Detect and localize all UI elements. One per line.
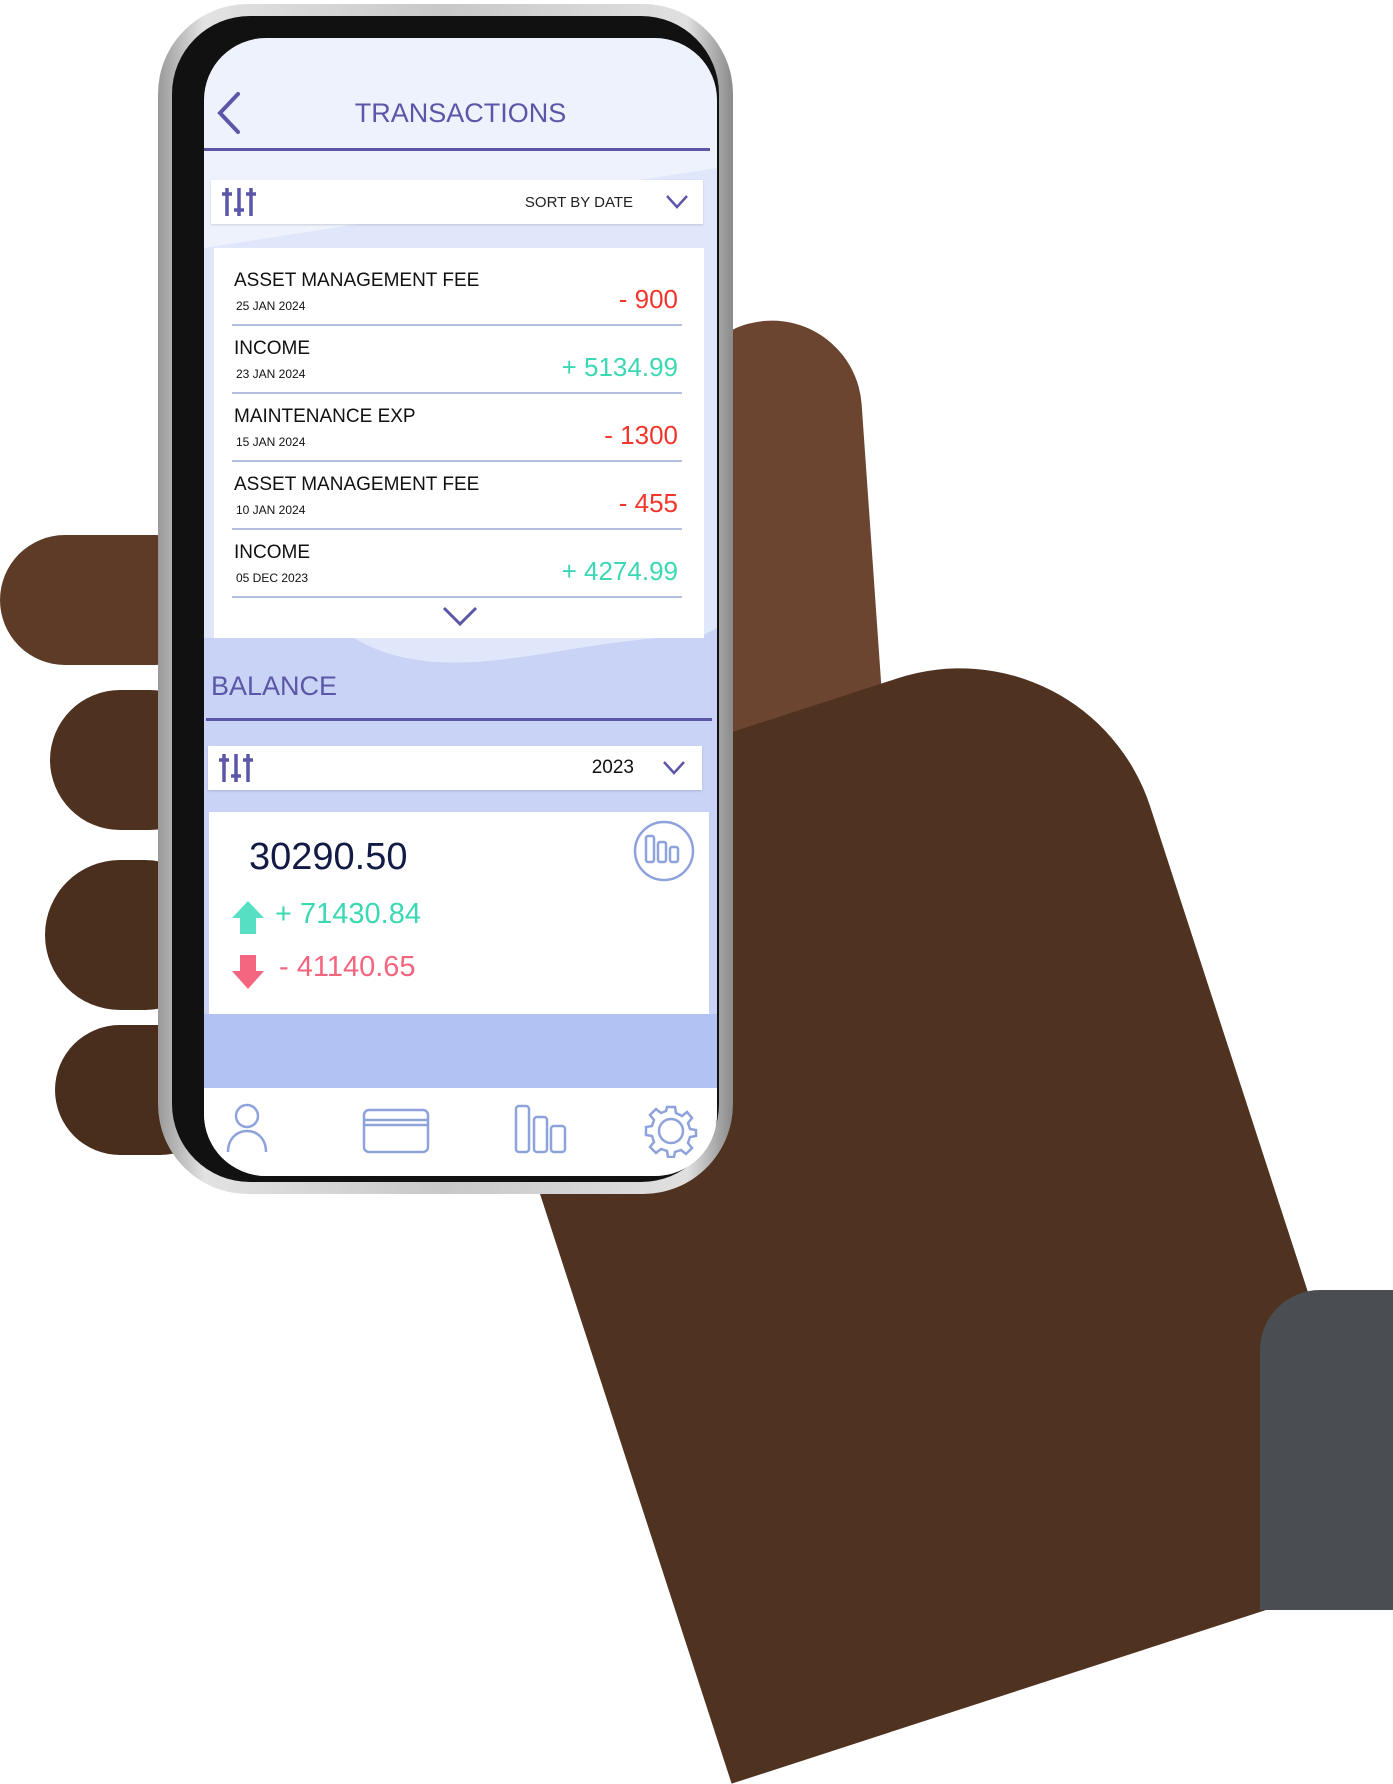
year-dropdown[interactable]: 2023: [208, 746, 702, 790]
chart-button[interactable]: [633, 820, 695, 882]
settings-icon[interactable]: [644, 1104, 698, 1158]
transaction-row[interactable]: MAINTENANCE EXP 15 JAN 2024 - 1300: [232, 392, 682, 462]
expense-total: - 41140.65: [279, 951, 416, 983]
transaction-row[interactable]: ASSET MANAGEMENT FEE 25 JAN 2024 - 900: [232, 256, 682, 326]
transaction-amount: - 1300: [604, 420, 678, 450]
transaction-amount: - 900: [618, 284, 678, 314]
filter-icon: [222, 188, 256, 216]
transaction-row[interactable]: INCOME 23 JAN 2024 + 5134.99: [232, 324, 682, 394]
income-total: + 71430.84: [275, 898, 421, 930]
filter-icon: [219, 754, 253, 782]
hand-sleeve: [1260, 1290, 1393, 1610]
transaction-amount: - 455: [618, 488, 678, 518]
transaction-name: ASSET MANAGEMENT FEE: [234, 474, 480, 495]
transaction-date: 05 DEC 2023: [236, 571, 309, 585]
balance-title: BALANCE: [211, 671, 338, 701]
expand-more-button[interactable]: [442, 606, 478, 628]
year-value: 2023: [591, 757, 634, 778]
transaction-name: INCOME: [234, 338, 310, 359]
arrow-up-icon: [232, 901, 264, 934]
chevron-down-icon: [663, 761, 685, 775]
card-icon[interactable]: [362, 1108, 430, 1154]
profile-icon[interactable]: [226, 1102, 268, 1154]
page-title: TRANSACTIONS: [354, 98, 567, 128]
balance-card: 30290.50 + 71430.84 - 41140.65: [209, 812, 709, 1014]
transaction-name: INCOME: [234, 542, 310, 563]
transactions-list: ASSET MANAGEMENT FEE 25 JAN 2024 - 900 IN…: [214, 248, 704, 638]
transaction-row[interactable]: INCOME 05 DEC 2023 + 4274.99: [232, 528, 682, 598]
transaction-date: 15 JAN 2024: [236, 435, 306, 449]
chart-icon[interactable]: [514, 1104, 568, 1154]
phone-bezel: TRANSACTIONS SORT BY DATE ASSET MANAGEME…: [172, 16, 719, 1182]
sort-label: SORT BY DATE: [524, 194, 633, 211]
balance-footer: [204, 1014, 717, 1088]
transaction-date: 25 JAN 2024: [236, 299, 306, 313]
transaction-name: ASSET MANAGEMENT FEE: [234, 270, 480, 291]
arrow-down-icon: [232, 955, 264, 989]
transaction-amount: + 5134.99: [561, 352, 678, 382]
transaction-name: MAINTENANCE EXP: [234, 406, 416, 427]
header-divider: [204, 148, 710, 151]
transaction-amount: + 4274.99: [561, 556, 678, 586]
transaction-date: 10 JAN 2024: [236, 503, 306, 517]
app-screen: TRANSACTIONS SORT BY DATE ASSET MANAGEME…: [204, 38, 717, 1176]
bottom-nav: [204, 1088, 717, 1176]
sort-dropdown[interactable]: SORT BY DATE: [211, 180, 703, 224]
transaction-date: 23 JAN 2024: [236, 367, 306, 381]
balance-divider: [206, 718, 712, 721]
phone-frame: TRANSACTIONS SORT BY DATE ASSET MANAGEME…: [158, 4, 733, 1194]
balance-total: 30290.50: [249, 836, 408, 878]
transaction-row[interactable]: ASSET MANAGEMENT FEE 10 JAN 2024 - 455: [232, 460, 682, 530]
chevron-down-icon: [666, 195, 688, 209]
